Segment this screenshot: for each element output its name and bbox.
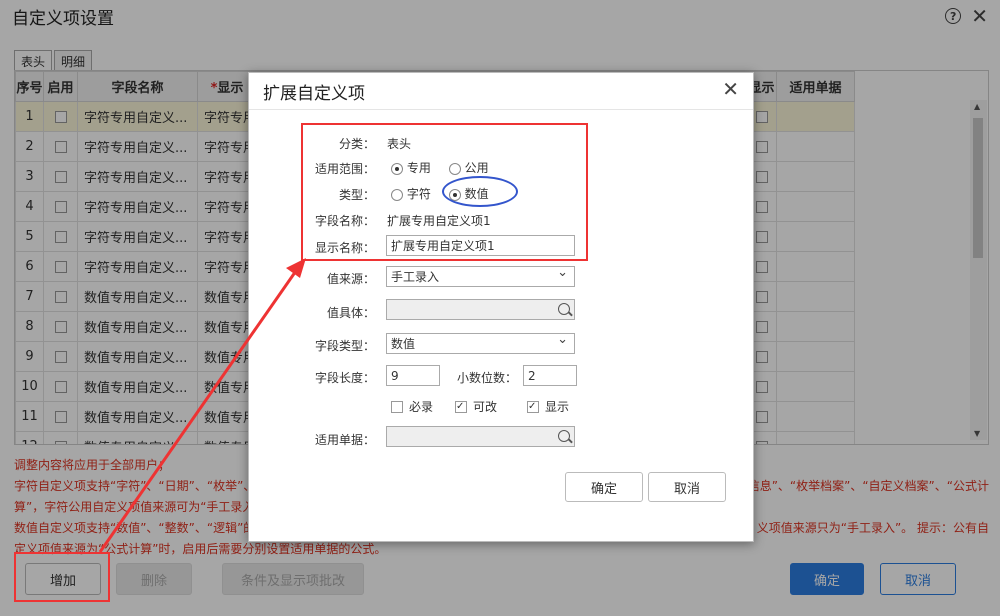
- search-icon[interactable]: [558, 430, 570, 442]
- source-label: 值来源：: [326, 272, 375, 286]
- checkbox-unchecked-icon: [391, 400, 403, 413]
- source-select[interactable]: 手工录入: [386, 265, 575, 287]
- decimals-label: 小数位数：: [456, 371, 517, 385]
- dialog-cancel-button[interactable]: 取消: [648, 472, 726, 502]
- dialog-divider: [249, 109, 753, 110]
- dialog-close-icon[interactable]: ✕: [722, 77, 739, 101]
- dialog-title: 扩展自定义项: [263, 84, 365, 104]
- dialog-ok-button[interactable]: 确定: [565, 472, 643, 502]
- search-icon[interactable]: [558, 303, 570, 315]
- length-input[interactable]: 9: [386, 365, 440, 386]
- bill-input[interactable]: [386, 426, 575, 447]
- decimals-input[interactable]: 2: [523, 365, 577, 386]
- required-checkbox[interactable]: 必录: [391, 398, 433, 415]
- field-type-select[interactable]: 数值: [386, 332, 575, 354]
- editable-checkbox[interactable]: ✓ 可改: [455, 398, 497, 415]
- annotation-red-box-add: [14, 552, 110, 602]
- visible-checkbox[interactable]: ✓ 显示: [527, 398, 569, 415]
- entity-label: 值具体：: [326, 306, 375, 320]
- entity-input[interactable]: [386, 299, 575, 320]
- bill-label: 适用单据：: [314, 433, 375, 447]
- checkbox-checked-icon: ✓: [455, 400, 467, 413]
- annotation-blue-oval: [442, 176, 518, 207]
- field-type-label: 字段类型：: [314, 339, 375, 353]
- checkbox-checked-icon: ✓: [527, 400, 539, 413]
- length-label: 字段长度：: [314, 371, 375, 385]
